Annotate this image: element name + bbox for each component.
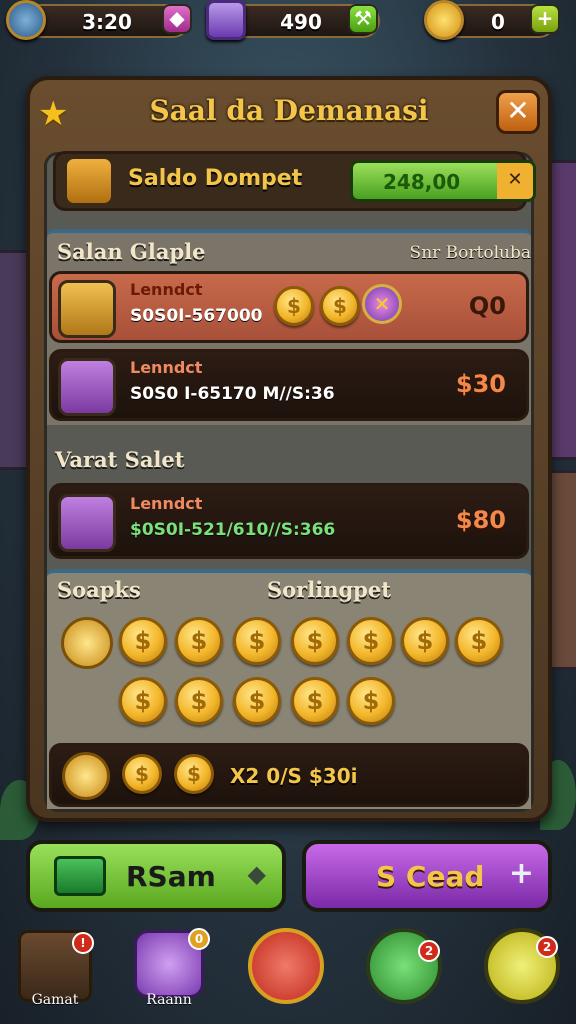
section-3: Soapks Sorlingpet $ $ $ $ $ $ $ $ $ $ $ … [47, 569, 531, 809]
crystal-icon [206, 0, 246, 40]
coin-icon[interactable]: $ [347, 617, 395, 665]
section-3-title-right: Sorlingpet [267, 577, 391, 602]
gem-shop-button[interactable]: ◆ [162, 4, 192, 34]
listing-title: Lenndct [130, 280, 203, 299]
gems-add-button[interactable]: ⚒ [348, 4, 378, 34]
notification-badge: 2 [536, 936, 558, 958]
coin-icon[interactable]: $ [291, 677, 339, 725]
coin-icon[interactable]: $ [175, 677, 223, 725]
coin-icon: $ [320, 286, 360, 326]
background-house [548, 160, 576, 460]
wallet-balance-value: 248,00 [383, 170, 461, 194]
buy-button-label: S Cead [376, 860, 485, 893]
hints-add-button[interactable]: + [530, 4, 560, 34]
panel-title: Saal da Demanasi [149, 94, 429, 127]
coin-bag-icon [58, 358, 116, 416]
listing-price: Q0 [468, 292, 506, 320]
wallet-label: Saldo Dompet [128, 166, 303, 191]
wallet-row: Saldo Dompet 248,00 ✕ [53, 151, 536, 211]
nav-inventory[interactable]: 0 Raann [130, 928, 210, 1008]
coin-icon: $ [274, 286, 314, 326]
listing-row[interactable]: Lenndct S0S0I-567000 $ $ ✕ Q0 [49, 271, 529, 343]
section-3-title-left: Soapks [57, 577, 141, 602]
coin-summary-text: X2 0/S $30i [230, 764, 358, 788]
plus-icon: + [508, 856, 534, 891]
coin-icon[interactable]: $ [455, 617, 503, 665]
treasure-chest-icon [58, 494, 116, 552]
coin-icon[interactable]: $ [233, 677, 281, 725]
coin-stack-icon[interactable] [61, 617, 113, 669]
panel-header: ★ Saal da Demanasi ✕ [30, 80, 548, 150]
coin-icon[interactable]: $ [119, 677, 167, 725]
crossed-swords-icon [248, 928, 324, 1004]
nav-map[interactable]: 2 [366, 928, 444, 1006]
lightbulb-icon [424, 0, 464, 40]
notification-badge: ! [72, 932, 94, 954]
wallet-icon [64, 156, 114, 206]
close-icon: ✕ [507, 169, 523, 190]
coin-summary-row: $ $ X2 0/S $30i [49, 743, 529, 807]
close-button[interactable]: ✕ [496, 90, 540, 134]
notification-badge: 2 [418, 940, 440, 962]
cash-icon [54, 856, 106, 896]
coin-icon: $ [174, 754, 214, 794]
sell-button[interactable]: RSam ◆ [26, 840, 286, 912]
coin-icon: $ [122, 754, 162, 794]
coin-icon[interactable]: $ [175, 617, 223, 665]
listing-subtitle: $0S0I-521/610//S:366 [130, 520, 336, 540]
notification-badge: 0 [188, 928, 210, 950]
listing-subtitle: S0S0 I-65170 M//S:36 [130, 384, 335, 404]
section-1-right-label: Snr Bortoluba [409, 243, 531, 263]
cancel-trade-icon[interactable]: ✕ [362, 284, 402, 324]
wallet-balance-field: 248,00 ✕ [350, 160, 536, 202]
listing-price: $30 [455, 370, 506, 398]
coin-icon[interactable]: $ [401, 617, 449, 665]
panel-body: Saldo Dompet 248,00 ✕ Salan Glaple Snr B… [44, 151, 536, 812]
background-house [548, 470, 576, 670]
listing-price: $80 [455, 506, 506, 534]
coin-icon[interactable]: $ [233, 617, 281, 665]
listing-subtitle: S0S0I-567000 [130, 306, 263, 326]
listing-row[interactable]: Lenndct S0S0 I-65170 M//S:36 $30 [49, 349, 529, 421]
coin-icon[interactable]: $ [347, 677, 395, 725]
listing-title: Lenndct [130, 494, 203, 513]
coin-icon[interactable]: $ [119, 617, 167, 665]
hammer-icon: ⚒ [354, 6, 372, 30]
buy-button[interactable]: S Cead + [302, 840, 552, 912]
nav-label: Raann [146, 992, 192, 1008]
marketplace-panel: ★ Saal da Demanasi ✕ Saldo Dompet 248,00… [26, 76, 552, 822]
gem-icon: ◆ [169, 6, 185, 30]
close-icon: ✕ [506, 94, 530, 127]
section-2-title: Varat Salet [55, 447, 185, 472]
listing-title: Lenndct [130, 358, 203, 377]
section-1: Salan Glaple Snr Bortoluba Lenndct S0S0I… [47, 229, 531, 425]
top-resource-bar: 3:20 ◆ 490 ⚒ 0 + [0, 0, 576, 46]
sell-button-label: RSam [126, 860, 216, 893]
nav-label: Gamat [31, 992, 79, 1008]
coin-icon[interactable]: $ [291, 617, 339, 665]
diamond-icon: ◆ [247, 860, 266, 888]
nav-next[interactable]: 2 [484, 928, 562, 1006]
wallet-clear-button[interactable]: ✕ [497, 163, 533, 199]
nav-home[interactable]: ! Gamat [16, 928, 94, 1008]
coin-stack-icon [62, 752, 110, 800]
clock-icon [6, 0, 46, 40]
treasure-chest-icon [58, 280, 116, 338]
section-1-title: Salan Glaple [57, 239, 206, 264]
nav-battle[interactable] [248, 928, 326, 1006]
listing-row[interactable]: Lenndct $0S0I-521/610//S:366 $80 [49, 483, 529, 559]
